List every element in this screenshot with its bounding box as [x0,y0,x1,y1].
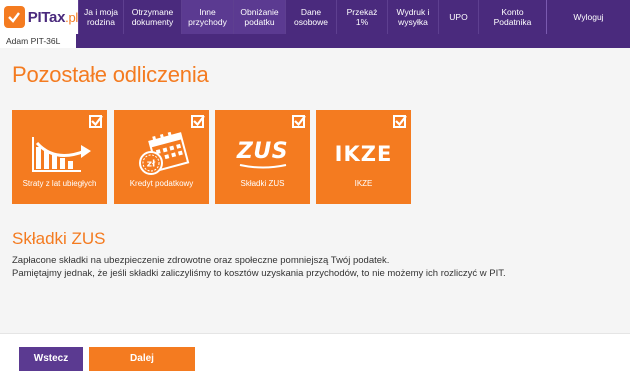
nav-otrzymane-dokumenty[interactable]: Otrzymane dokumenty [123,0,181,34]
calendar-coin-icon: zł [114,131,209,176]
logo[interactable]: PITax.pl [0,0,78,34]
checkbox-checked-icon[interactable] [292,115,306,128]
nav-wydruk-i-wysylka[interactable]: Wydruk i wysyłka [387,0,438,34]
section-title: Składki ZUS [12,229,106,248]
zus-logo-text: ZUS [236,139,289,164]
section-description-line-1: Zapłacone składki na ubezpieczenie zdrow… [12,255,390,266]
nav-dane-osobowe[interactable]: Dane osobowe [285,0,336,34]
svg-text:zł: zł [146,160,155,170]
nav-konto-podatnika[interactable]: Konto Podatnika [478,0,546,34]
nav-wyloguj[interactable]: Wyloguj [546,0,630,34]
section-description-line-2: Pamiętajmy jednak, że jeśli składki zali… [12,268,506,279]
tile-label: Kredyt podatkowy [129,179,194,188]
logo-text: PITax.pl [27,8,79,26]
checkbox-checked-icon[interactable] [393,115,407,128]
tile-kredyt-podatkowy[interactable]: zł Kredyt podatkowy [114,110,209,204]
tile-ikze[interactable]: IKZE IKZE [316,110,411,204]
chart-loss-arrow-icon [12,132,107,176]
page-title: Pozostałe odliczenia [12,62,209,87]
nav-inne-przychody[interactable]: Inne przychody [181,0,233,34]
nav-przekaz-1[interactable]: Przekaż 1% [336,0,387,34]
top-navigation: PITax.pl Ja i moja rodzina Otrzymane dok… [0,0,630,34]
checkbox-checked-icon[interactable] [191,115,205,128]
ikze-logo-text: IKZE [334,142,393,166]
tile-label: Straty z lat ubiegłych [22,179,97,188]
ikze-logo-icon: IKZE [316,132,411,176]
tile-skladki-zus[interactable]: ZUS Składki ZUS [215,110,310,204]
tile-label: IKZE [354,179,373,188]
checkbox-checked-icon[interactable] [89,115,103,128]
nav-obnizanie-podatku[interactable]: Obniżanie podatku [233,0,285,34]
zus-logo-icon: ZUS [215,132,310,176]
back-button[interactable]: Wstecz [19,347,83,371]
nav-ja-i-moja-rodzina[interactable]: Ja i moja rodzina [78,0,123,34]
sub-bar [0,34,630,48]
zus-underline-icon [239,164,286,169]
nav-upo[interactable]: UPO [438,0,478,34]
tile-straty-z-lat-ubieglych[interactable]: Straty z lat ubiegłych [12,110,107,204]
logo-check-icon [4,6,25,28]
tile-label: Składki ZUS [240,179,285,188]
next-button[interactable]: Dalej [89,347,195,371]
user-tab[interactable]: Adam PIT-36L [0,34,76,48]
